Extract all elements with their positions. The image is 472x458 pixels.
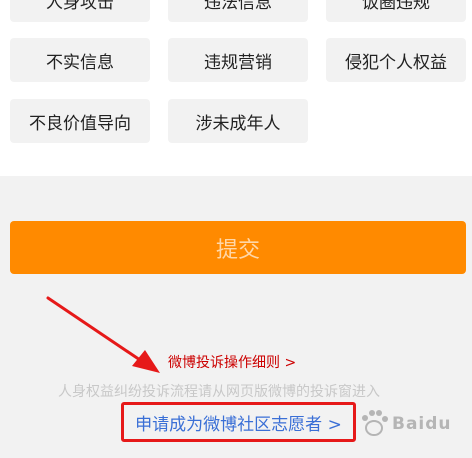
baidu-watermark: Baidu [352,398,470,450]
category-personal-attack[interactable]: 人身攻击 [10,0,150,22]
volunteer-link[interactable]: 申请成为微博社区志愿者 > [135,410,342,435]
volunteer-highlight-box: 申请成为微博社区志愿者 > [121,402,356,442]
arrow-shaft [46,296,145,364]
category-label: 违规营销 [204,52,272,73]
category-illegal-marketing[interactable]: 违规营销 [168,38,308,82]
personal-rights-hint: 人身权益纠纷投诉流程请从网页版微博的投诉窗进入 [58,384,380,400]
category-label: 侵犯个人权益 [345,52,447,73]
category-label: 不良价值导向 [29,113,131,134]
category-personal-rights[interactable]: 侵犯个人权益 [326,38,466,82]
category-illegal-info[interactable]: 违法信息 [168,0,308,22]
category-label: 违法信息 [204,0,272,13]
category-minors[interactable]: 涉未成年人 [168,99,308,143]
category-label: 涉未成年人 [195,113,281,134]
category-fandom-violation[interactable]: 饭圈违规 [326,0,466,22]
category-label: 不实信息 [46,52,114,73]
category-bad-values[interactable]: 不良价值导向 [10,99,150,143]
complaint-rules-link[interactable]: 微博投诉操作细则 > [168,352,296,372]
submit-button[interactable]: 提交 [10,221,466,274]
report-category-panel: 人身攻击 违法信息 饭圈违规 不实信息 违规营销 侵犯个人权益 不良价值导向 涉… [0,0,472,176]
category-label: 饭圈违规 [362,0,430,13]
watermark-text: Baidu [392,414,452,434]
category-false-info[interactable]: 不实信息 [10,38,150,82]
category-label: 人身攻击 [46,0,114,13]
arrow-head [132,350,160,373]
submit-label: 提交 [215,237,260,263]
